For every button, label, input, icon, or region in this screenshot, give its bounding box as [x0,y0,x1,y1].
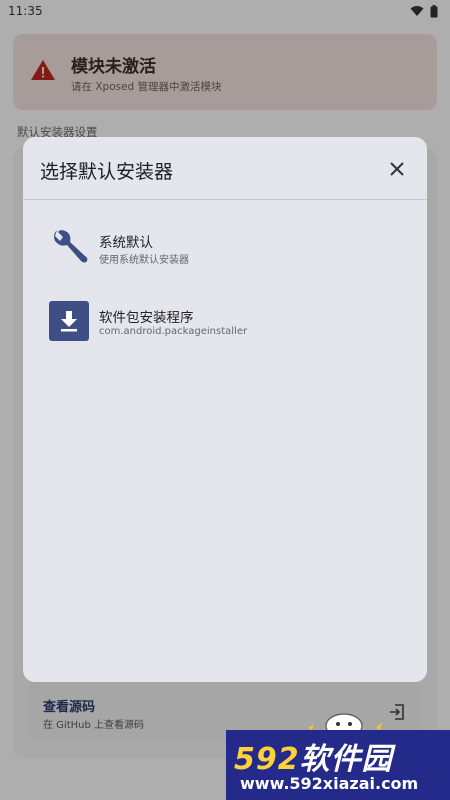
option-subtitle: 使用系统默认安装器 [99,255,189,266]
wrench-icon [49,226,89,266]
close-button[interactable] [383,155,411,183]
close-icon [390,162,404,176]
site-watermark: 592软件园 www.592xiazai.com [226,730,450,800]
download-icon [49,301,89,341]
option-package-installer[interactable]: 软件包安装程序 com.android.packageinstaller [23,291,427,353]
option-title: 软件包安装程序 [99,310,194,326]
dialog-title: 选择默认安装器 [40,161,174,183]
dialog-header: 选择默认安装器 [23,137,427,200]
watermark-brand-number: 592 [234,742,300,777]
watermark-brand-text: 软件园 [299,742,393,777]
watermark-url: www.592xiazai.com [240,774,419,793]
watermark-brand: 592软件园 [234,734,393,778]
option-title: 系统默认 [99,235,153,251]
option-system-default[interactable]: 系统默认 使用系统默认安装器 [23,216,427,278]
select-installer-dialog: 选择默认安装器 系统默认 使用系统默认安装器 软件包安装程序 com.andro [23,137,427,682]
option-subtitle: com.android.packageinstaller [99,326,248,337]
